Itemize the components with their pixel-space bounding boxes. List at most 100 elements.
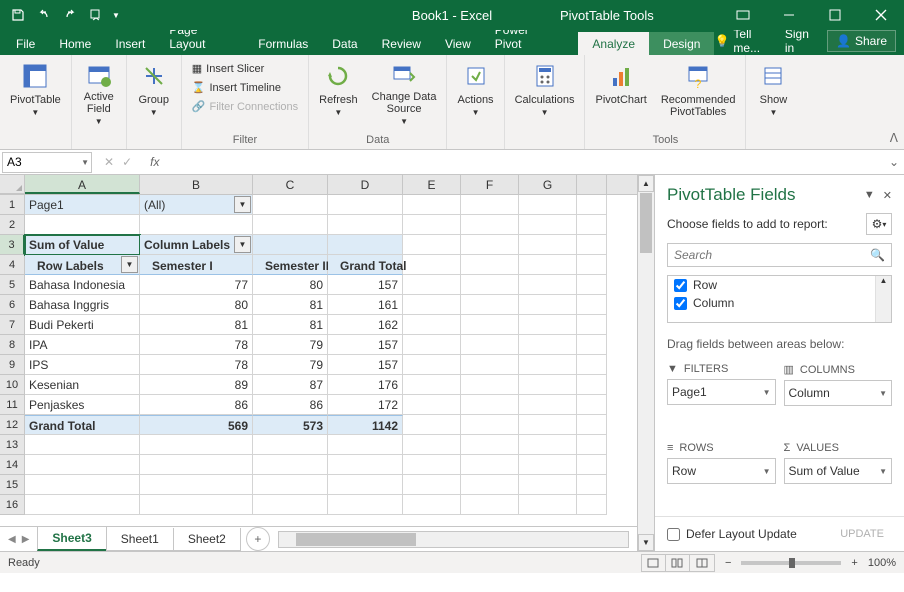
- tab-formulas[interactable]: Formulas: [246, 32, 320, 55]
- column-labels-dropdown[interactable]: ▼: [234, 236, 251, 253]
- cell-f12[interactable]: [461, 415, 519, 435]
- row-3[interactable]: 3: [0, 235, 25, 255]
- cell-h14[interactable]: [577, 455, 607, 475]
- recommended-pivottables-button[interactable]: ? Recommended PivotTables: [657, 58, 740, 128]
- row-16[interactable]: 16: [0, 495, 25, 515]
- zoom-out-button[interactable]: −: [725, 557, 731, 569]
- page-break-view-button[interactable]: [690, 555, 714, 571]
- cell-h15[interactable]: [577, 475, 607, 495]
- cell-e16[interactable]: [403, 495, 461, 515]
- tab-design[interactable]: Design: [649, 32, 714, 55]
- horizontal-scrollbar[interactable]: [278, 531, 629, 548]
- cell-e14[interactable]: [403, 455, 461, 475]
- cell-b10[interactable]: 89: [140, 375, 253, 395]
- cell-f15[interactable]: [461, 475, 519, 495]
- sheet-nav-prev[interactable]: ◀: [6, 532, 18, 547]
- tab-data[interactable]: Data: [320, 32, 369, 55]
- row-9[interactable]: 9: [0, 355, 25, 375]
- cell-e10[interactable]: [403, 375, 461, 395]
- cell-d7[interactable]: 162: [328, 315, 403, 335]
- cell-a13[interactable]: [25, 435, 140, 455]
- cell-a11[interactable]: Penjaskes: [25, 395, 140, 415]
- zoom-thumb[interactable]: [789, 558, 795, 568]
- cell-g1[interactable]: [519, 195, 577, 215]
- tab-file[interactable]: File: [4, 32, 47, 55]
- cell-a16[interactable]: [25, 495, 140, 515]
- cancel-formula-button[interactable]: ✕: [104, 155, 114, 169]
- zoom-slider[interactable]: [741, 561, 841, 565]
- name-box[interactable]: ▼: [2, 152, 92, 173]
- defer-layout-checkbox[interactable]: Defer Layout Update: [667, 527, 797, 541]
- cell-a15[interactable]: [25, 475, 140, 495]
- cell-b5[interactable]: 77: [140, 275, 253, 295]
- ribbon-display-button[interactable]: [720, 0, 766, 30]
- col-b[interactable]: B: [140, 175, 253, 194]
- tab-view[interactable]: View: [433, 32, 483, 55]
- cell-b13[interactable]: [140, 435, 253, 455]
- new-sheet-button[interactable]: +: [246, 527, 270, 551]
- close-button[interactable]: [858, 0, 904, 30]
- cell-b15[interactable]: [140, 475, 253, 495]
- cell-a6[interactable]: Bahasa Inggris: [25, 295, 140, 315]
- cell-d13[interactable]: [328, 435, 403, 455]
- actions-button[interactable]: Actions▼: [453, 58, 497, 128]
- cell-d3[interactable]: [328, 235, 403, 255]
- cell-e3[interactable]: [403, 235, 461, 255]
- normal-view-button[interactable]: [642, 555, 666, 571]
- cell-h10[interactable]: [577, 375, 607, 395]
- cell-d16[interactable]: [328, 495, 403, 515]
- cell-f9[interactable]: [461, 355, 519, 375]
- cell-c4[interactable]: Semester II: [253, 255, 328, 275]
- pt-rows-box[interactable]: Row: [667, 458, 776, 484]
- cell-b16[interactable]: [140, 495, 253, 515]
- tell-me-button[interactable]: 💡Tell me...: [714, 27, 776, 55]
- cell-e4[interactable]: [403, 255, 461, 275]
- cell-e13[interactable]: [403, 435, 461, 455]
- cell-b7[interactable]: 81: [140, 315, 253, 335]
- pt-search-box[interactable]: 🔍: [667, 243, 892, 267]
- cell-e15[interactable]: [403, 475, 461, 495]
- cell-a12[interactable]: Grand Total: [25, 415, 140, 435]
- cell-a9[interactable]: IPS: [25, 355, 140, 375]
- cell-d14[interactable]: [328, 455, 403, 475]
- tab-insert[interactable]: Insert: [103, 32, 157, 55]
- col-h[interactable]: [577, 175, 607, 194]
- cell-d1[interactable]: [328, 195, 403, 215]
- pt-field-column-check[interactable]: [674, 297, 687, 310]
- refresh-button[interactable]: Refresh▼: [315, 58, 362, 128]
- cell-h3[interactable]: [577, 235, 607, 255]
- cell-c14[interactable]: [253, 455, 328, 475]
- cell-f8[interactable]: [461, 335, 519, 355]
- redo-button[interactable]: [58, 3, 82, 27]
- cell-b8[interactable]: 78: [140, 335, 253, 355]
- cell-g7[interactable]: [519, 315, 577, 335]
- pivottable-button[interactable]: PivotTable▼: [6, 58, 65, 128]
- pt-field-row-check[interactable]: [674, 279, 687, 292]
- row-14[interactable]: 14: [0, 455, 25, 475]
- cell-h13[interactable]: [577, 435, 607, 455]
- col-f[interactable]: F: [461, 175, 519, 194]
- vscroll-up[interactable]: ▲: [638, 175, 654, 192]
- cell-c1[interactable]: [253, 195, 328, 215]
- col-c[interactable]: C: [253, 175, 328, 194]
- cell-d6[interactable]: 161: [328, 295, 403, 315]
- cell-a5[interactable]: Bahasa Indonesia: [25, 275, 140, 295]
- cell-d5[interactable]: 157: [328, 275, 403, 295]
- zoom-level[interactable]: 100%: [868, 557, 896, 569]
- page-layout-view-button[interactable]: [666, 555, 690, 571]
- pt-field-row[interactable]: Row: [668, 276, 891, 294]
- col-g[interactable]: G: [519, 175, 577, 194]
- cell-b12[interactable]: 569: [140, 415, 253, 435]
- qa-dropdown[interactable]: ▼: [110, 3, 122, 27]
- cell-d11[interactable]: 172: [328, 395, 403, 415]
- enter-formula-button[interactable]: ✓: [122, 155, 132, 169]
- pt-filters-box[interactable]: Page1: [667, 379, 776, 405]
- cell-d10[interactable]: 176: [328, 375, 403, 395]
- tab-review[interactable]: Review: [370, 32, 433, 55]
- cell-c12[interactable]: 573: [253, 415, 328, 435]
- cell-d2[interactable]: [328, 215, 403, 235]
- cell-f1[interactable]: [461, 195, 519, 215]
- formula-bar-expand[interactable]: ⌄: [884, 155, 904, 169]
- fx-icon[interactable]: fx: [144, 155, 165, 169]
- pt-field-column[interactable]: Column: [668, 294, 891, 312]
